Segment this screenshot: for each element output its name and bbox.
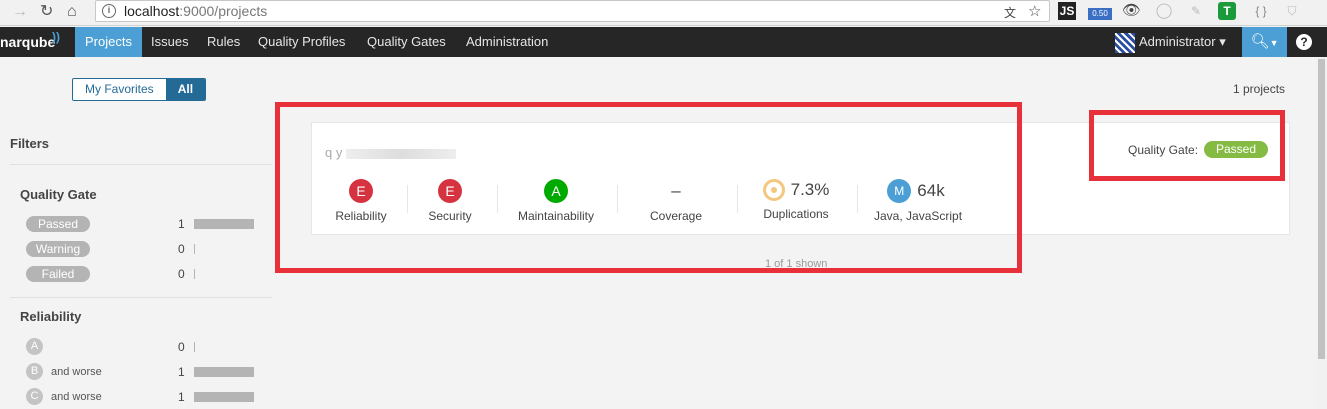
nav-issues[interactable]: Issues — [141, 27, 199, 57]
home-icon[interactable]: ⌂ — [67, 2, 77, 22]
caret-down-icon: ▼ — [1269, 38, 1279, 48]
translate-icon[interactable]: 文 — [1004, 4, 1016, 21]
facet-count: 1 — [178, 390, 185, 404]
projects-count: 1 projects — [1233, 82, 1286, 96]
bookmark-star-icon[interactable]: ☆ — [1028, 2, 1041, 20]
search-button[interactable]: 🔍︎▼ — [1242, 27, 1287, 57]
main-navbar: narqube )) Projects Issues Rules Quality… — [0, 27, 1327, 57]
nav-administration[interactable]: Administration — [456, 27, 558, 57]
nav-rules[interactable]: Rules — [197, 27, 250, 57]
shield-t-icon[interactable]: T — [1218, 2, 1236, 20]
reload-icon[interactable]: ↻ — [40, 2, 53, 22]
facet-count: 1 — [178, 365, 185, 379]
facet-bar — [194, 367, 254, 377]
favorites-toggle: My Favorites All — [72, 78, 207, 101]
facet-passed[interactable]: Passed — [26, 216, 90, 232]
annotation-box-quality-gate — [1089, 110, 1285, 181]
privacy-shield-icon[interactable]: ⛉ — [1283, 2, 1301, 20]
my-favorites-button[interactable]: My Favorites — [73, 79, 166, 100]
reliability-facet-title: Reliability — [20, 309, 82, 324]
and-worse-label[interactable]: and worse — [51, 391, 102, 403]
user-menu[interactable]: Administrator ▾ — [1115, 27, 1226, 57]
quality-gate-facet-title: Quality Gate — [20, 187, 97, 202]
facet-bar — [194, 342, 195, 352]
rating-a-badge[interactable]: A — [26, 338, 43, 355]
facet-count: 1 — [178, 217, 185, 231]
facet-bar — [194, 392, 254, 402]
avatar — [1115, 32, 1135, 53]
puzzle-icon[interactable]: ✎ — [1187, 2, 1205, 20]
facet-bar — [194, 269, 195, 279]
browser-toolbar: → ↻ ⌂ i localhost:9000/projects 文 ☆ JS 0… — [0, 0, 1327, 26]
filters-sidebar: Filters Quality Gate Passed 1 Warning 0 … — [0, 120, 272, 409]
info-icon[interactable]: i — [102, 4, 116, 18]
facet-count: 0 — [178, 242, 185, 256]
meter-icon[interactable]: 0.50 — [1088, 8, 1112, 20]
filters-title: Filters — [10, 136, 50, 151]
scrollbar-thumb[interactable] — [1318, 59, 1325, 359]
logo-wave-icon: )) — [52, 30, 60, 44]
url-text[interactable]: localhost:9000/projects — [124, 3, 267, 19]
page-scrollbar[interactable] — [1316, 57, 1327, 409]
rating-c-badge[interactable]: C — [26, 388, 43, 405]
and-worse-label[interactable]: and worse — [51, 366, 102, 378]
help-icon[interactable]: ? — [1296, 34, 1312, 50]
facet-bar — [194, 244, 195, 254]
user-name: Administrator — [1139, 34, 1216, 49]
url-host: localhost — [124, 3, 180, 19]
forward-icon[interactable]: → — [12, 2, 28, 22]
rating-b-badge[interactable]: B — [26, 363, 43, 380]
url-path: :9000/projects — [179, 3, 268, 19]
sonarqube-logo[interactable]: narqube )) — [0, 30, 60, 50]
nav-quality-profiles[interactable]: Quality Profiles — [248, 27, 355, 57]
logo-text: narqube — [0, 34, 56, 50]
format-icon[interactable]: { } — [1250, 2, 1272, 20]
eye-icon[interactable]: 👁 — [1122, 2, 1141, 20]
all-button[interactable]: All — [165, 79, 206, 100]
circle-icon[interactable]: ◯ — [1155, 2, 1173, 20]
js-icon[interactable]: JS — [1058, 2, 1076, 20]
divider — [10, 297, 272, 298]
facet-count: 0 — [178, 340, 185, 354]
facet-warning[interactable]: Warning — [26, 241, 90, 257]
annotation-box-measures — [275, 102, 1022, 273]
address-bar[interactable]: i localhost:9000/projects 文 ☆ — [95, 0, 1050, 22]
search-icon: 🔍︎ — [1250, 33, 1270, 50]
caret-down-icon: ▾ — [1219, 34, 1226, 49]
nav-quality-gates[interactable]: Quality Gates — [357, 27, 456, 57]
nav-projects[interactable]: Projects — [75, 27, 142, 57]
facet-bar — [194, 219, 254, 229]
facet-count: 0 — [178, 267, 185, 281]
facet-failed[interactable]: Failed — [26, 266, 90, 282]
divider — [10, 164, 272, 165]
